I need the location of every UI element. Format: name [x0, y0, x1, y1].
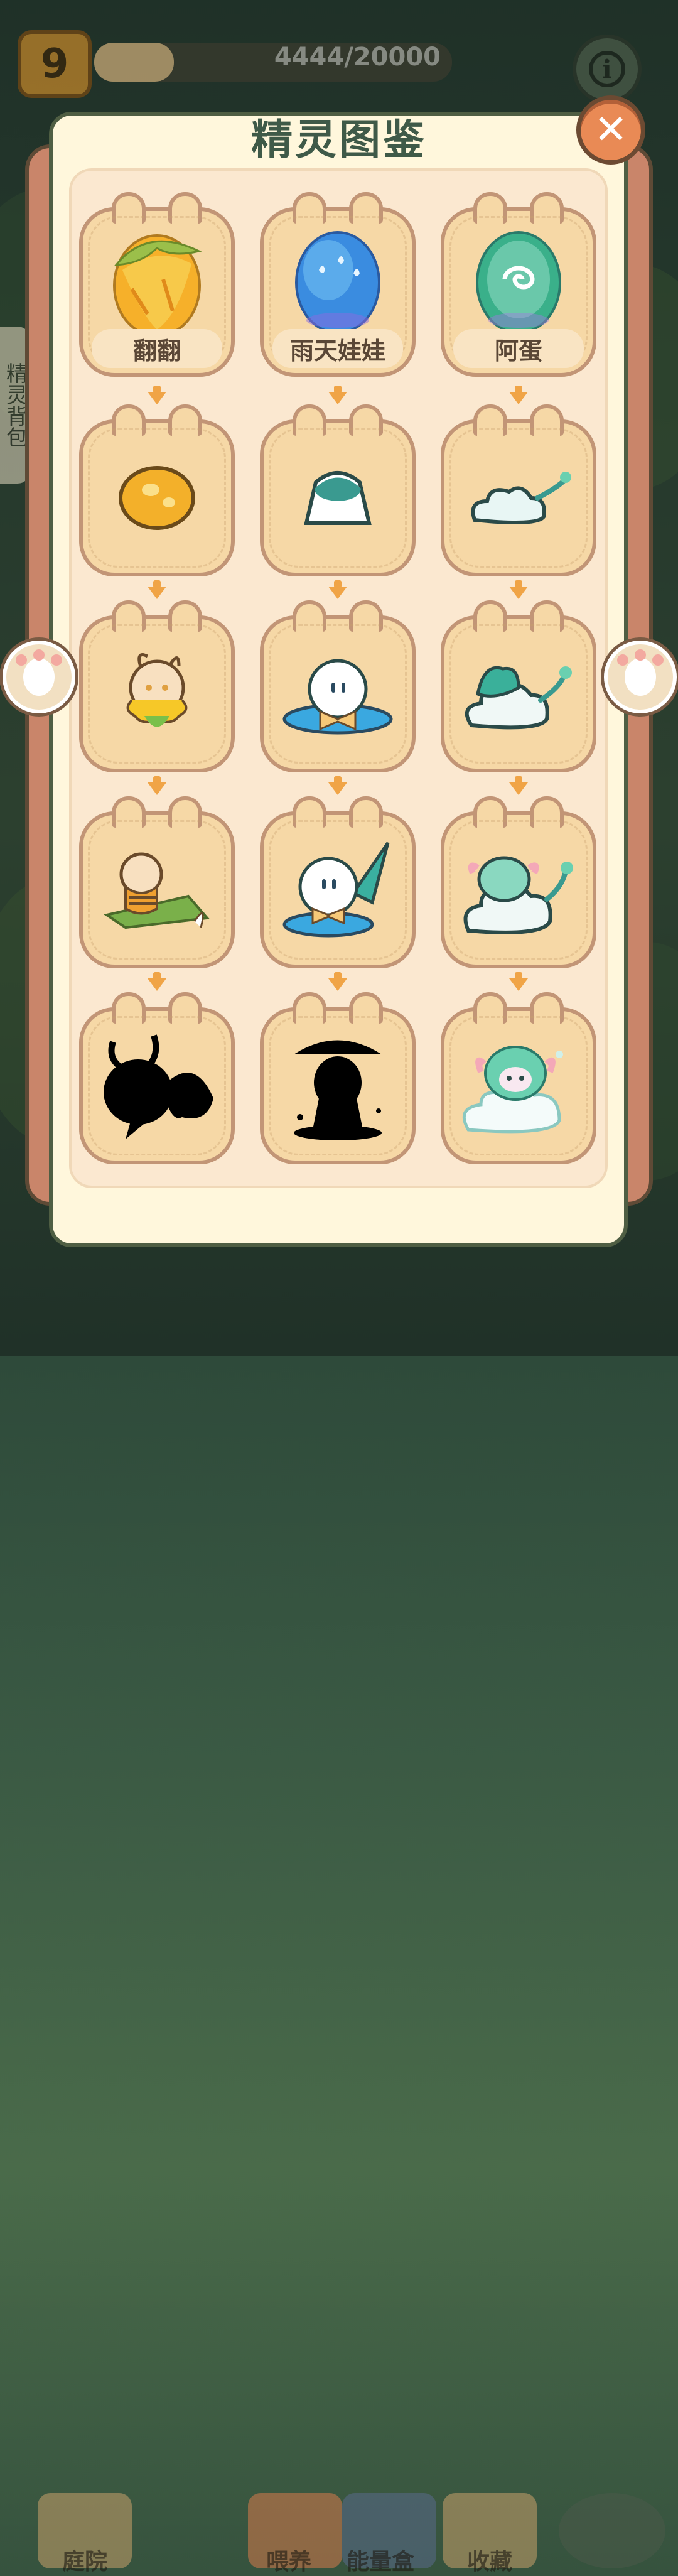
xp-text: 4444/20000	[274, 43, 441, 72]
spirit-card-rain-doll[interactable]: 雨天娃娃	[260, 192, 416, 377]
evolve-arrow-icon	[509, 386, 528, 408]
info-button[interactable]: i	[573, 35, 642, 104]
evolve-arrow-icon	[509, 776, 528, 799]
spirit-card-rain-doll-stage3[interactable]	[260, 600, 416, 772]
golden-seed-icon	[83, 423, 231, 573]
evolve-arrow-icon	[328, 580, 347, 603]
spirit-card-fanfan[interactable]: 翻翻	[79, 192, 235, 377]
locked-silhouette-bunny-icon	[83, 1011, 231, 1161]
nav-energy-box-label: 能量盒	[346, 2549, 414, 2575]
spirit-name-label: 翻翻	[92, 329, 222, 368]
spirit-card-adan[interactable]: 阿蛋	[441, 192, 596, 377]
cloud-owl-icon	[444, 619, 593, 769]
spirit-card-fanfan-stage4[interactable]	[79, 796, 235, 968]
nav-courtyard-label: 庭院	[62, 2549, 107, 2575]
paw-icon	[16, 649, 62, 696]
spirit-card-fanfan-locked[interactable]	[79, 992, 235, 1164]
spirit-card-fanfan-stage3[interactable]	[79, 600, 235, 772]
cloud-sprout-icon	[444, 423, 593, 573]
xp-progress-bar: 4444/20000	[94, 43, 452, 82]
snow-ghost-bowtie-icon	[264, 619, 412, 769]
info-icon: i	[589, 51, 625, 87]
nav-add-button[interactable]	[559, 2493, 665, 2568]
evolve-arrow-icon	[328, 776, 347, 799]
jelly-dome-icon	[264, 423, 412, 573]
cloud-goat-icon	[444, 815, 593, 965]
flower-bunny-icon	[83, 619, 231, 769]
nav-collection-label: 收藏	[466, 2549, 512, 2575]
spirit-card-adan-stage3[interactable]	[441, 600, 596, 772]
evolve-arrow-icon	[148, 972, 166, 995]
panel-title: 精灵图鉴	[251, 116, 427, 164]
cloud-sheep-icon	[444, 1011, 593, 1161]
paw-icon	[617, 649, 664, 696]
evolve-arrow-icon	[328, 386, 347, 408]
close-button[interactable]: ✕	[576, 95, 645, 165]
spirit-card-rain-doll-locked[interactable]	[260, 992, 416, 1164]
evolve-arrow-icon	[509, 972, 528, 995]
close-icon: ✕	[594, 107, 628, 153]
spirit-card-rain-doll-stage4[interactable]	[260, 796, 416, 968]
spirit-card-adan-stage2[interactable]	[441, 404, 596, 576]
evolve-arrow-icon	[148, 776, 166, 799]
next-page-button[interactable]	[604, 641, 677, 713]
locked-silhouette-umbrella-icon	[264, 1011, 412, 1161]
spirit-card-adan-stage5[interactable]	[441, 992, 596, 1164]
spirit-card-adan-stage4[interactable]	[441, 796, 596, 968]
level-badge: 9	[18, 30, 92, 98]
spirit-card-rain-doll-stage2[interactable]	[260, 404, 416, 576]
evolve-arrow-icon	[148, 580, 166, 603]
prev-page-button[interactable]	[3, 641, 75, 713]
spirit-card-fanfan-stage2[interactable]	[79, 404, 235, 576]
nav-feed-label: 喂养	[266, 2549, 311, 2575]
evolve-arrow-icon	[148, 386, 166, 408]
evolve-arrow-icon	[509, 580, 528, 603]
level-number: 9	[40, 41, 69, 87]
umbrella-ghost-icon	[264, 815, 412, 965]
bee-leaf-rider-icon	[83, 815, 231, 965]
spirit-name-label: 阿蛋	[453, 329, 584, 368]
evolve-arrow-icon	[328, 972, 347, 995]
xp-progress-fill	[94, 43, 174, 82]
spirit-name-label: 雨天娃娃	[272, 329, 403, 368]
bottom-nav: 庭院 喂养 能量盒 收藏	[0, 1237, 678, 2575]
